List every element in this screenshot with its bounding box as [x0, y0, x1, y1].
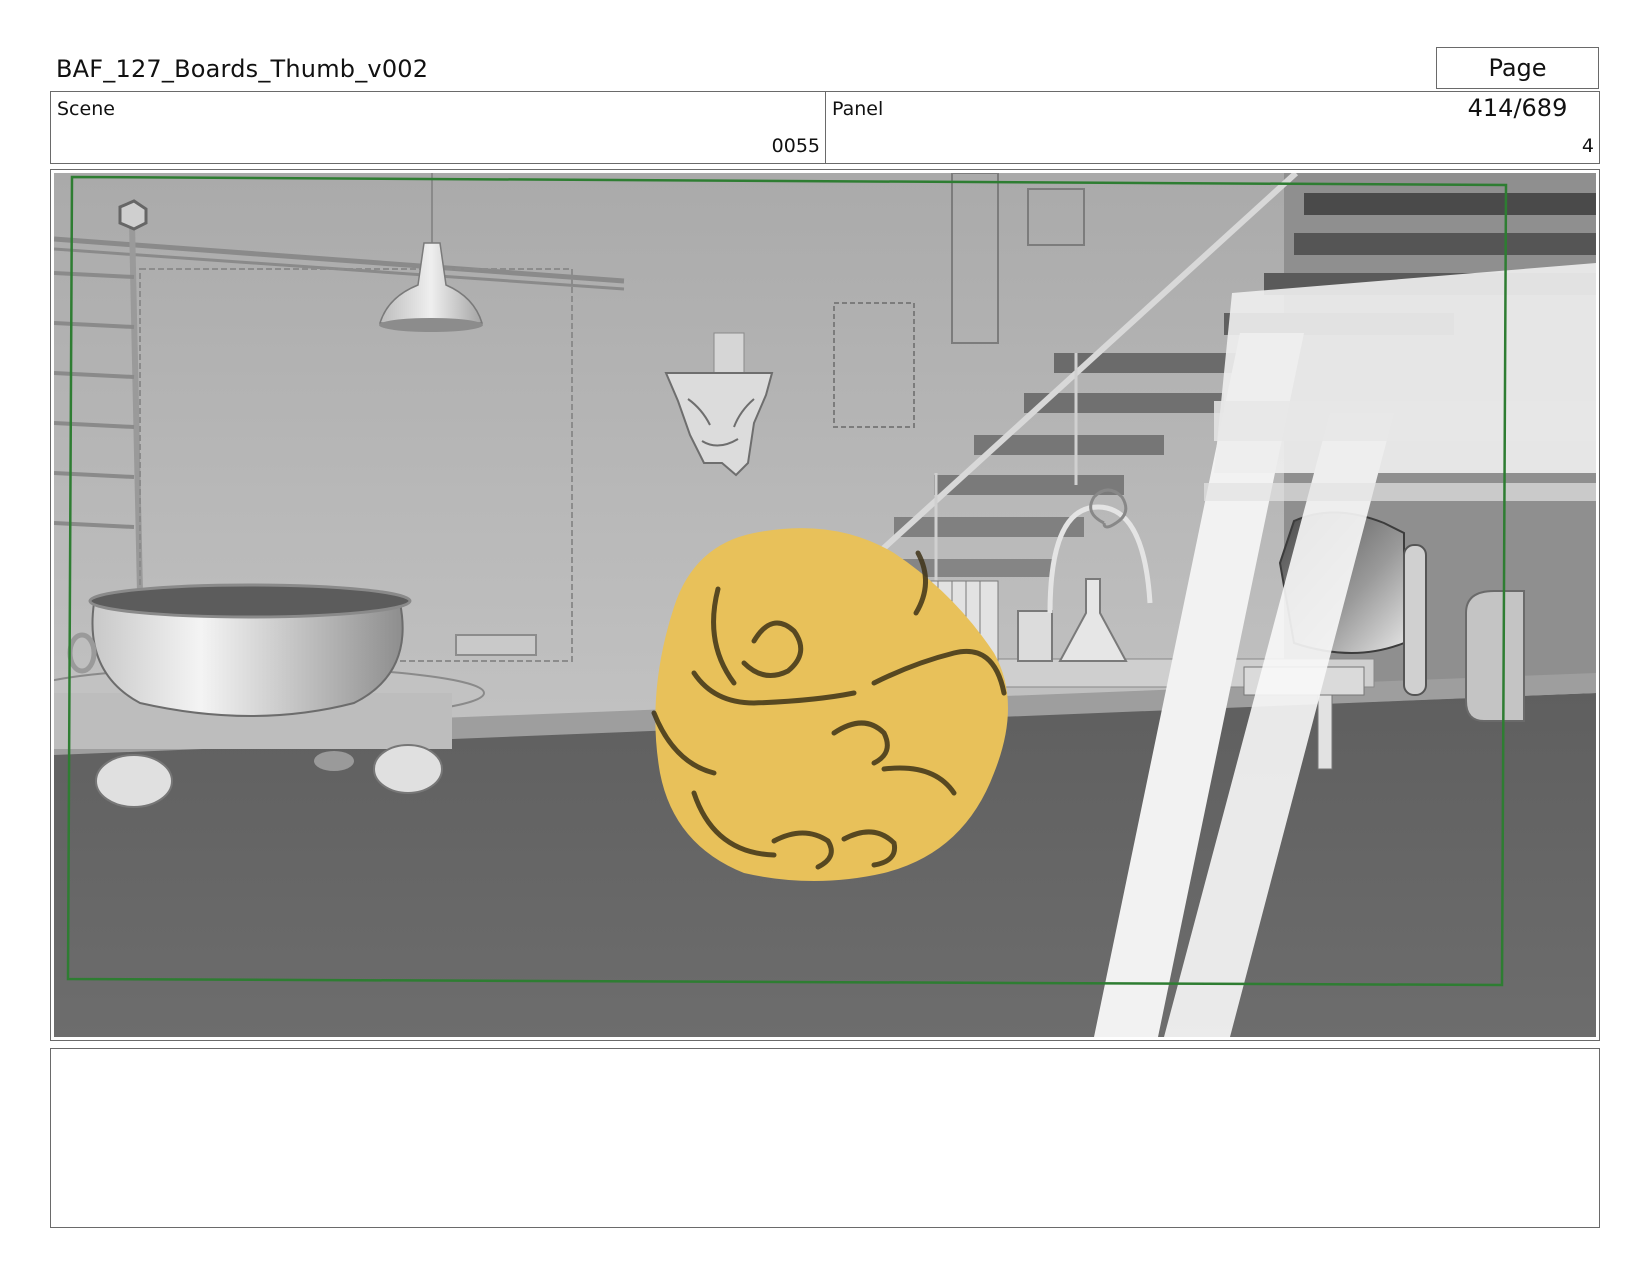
scene-number: 0055 [771, 135, 820, 157]
page-indicator: Page 414/689 [1436, 47, 1599, 122]
cauldron-rim [88, 583, 412, 619]
storyboard-frame [50, 169, 1600, 1041]
scene-panel-info: Scene 0055 Panel 4 [50, 91, 1600, 164]
cart-leg [1317, 694, 1333, 770]
ornament-post [713, 332, 745, 374]
foreground-ladder-top [1214, 263, 1596, 473]
scene-cell: Scene 0055 [51, 92, 826, 163]
foreground-ladder-rung [1214, 401, 1596, 441]
foreground-ladder-rung-2 [1204, 483, 1596, 501]
lamp-rim [379, 318, 483, 332]
gas-canister [1465, 590, 1525, 722]
cannon-wheel [1403, 544, 1427, 696]
panel-cell: Panel 4 [826, 92, 1599, 163]
cauldron [91, 602, 404, 717]
storyboard-image [54, 173, 1596, 1037]
panel-number: 4 [1581, 135, 1594, 157]
wall-vent [455, 634, 537, 656]
beaker [1017, 610, 1053, 662]
table-foot-mid [314, 751, 354, 771]
table-foot-right [373, 744, 443, 794]
panel-notes [50, 1048, 1600, 1228]
scene-label: Scene [57, 98, 115, 120]
panel-label: Panel [832, 98, 884, 120]
table-foot-left [95, 754, 173, 808]
ladder-top-nut [118, 199, 148, 231]
document-title: BAF_127_Boards_Thumb_v002 [56, 55, 429, 83]
